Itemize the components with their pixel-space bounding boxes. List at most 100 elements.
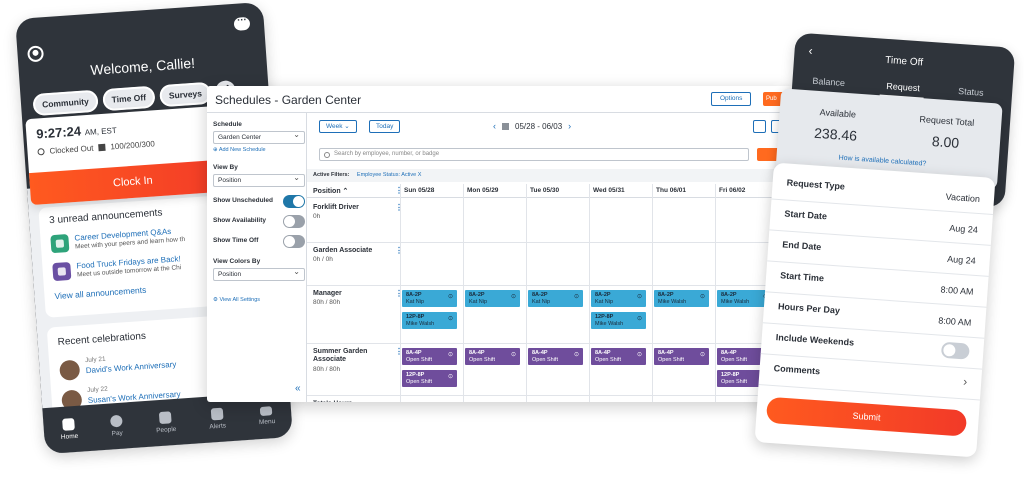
week-select[interactable]: Week ⌄ bbox=[319, 120, 357, 133]
toggle-show-unscheduled[interactable]: Show Unscheduled bbox=[213, 195, 305, 209]
available-label: Available bbox=[819, 107, 857, 120]
collapse-sidebar-button[interactable]: « bbox=[295, 383, 301, 394]
celebrations-title: Recent celebrations bbox=[57, 330, 147, 348]
chevron-right-icon[interactable]: › bbox=[963, 374, 968, 388]
shift-block[interactable]: 8A-2P Kat Nip bbox=[465, 290, 520, 307]
row-more-icon[interactable]: ⋮ bbox=[395, 203, 403, 212]
more-icon[interactable]: ⋮ bbox=[395, 186, 403, 195]
user-profile-icon[interactable] bbox=[27, 45, 45, 63]
announcements-title: 3 unread announcements bbox=[48, 207, 163, 227]
nav-label: Menu bbox=[258, 417, 276, 426]
shift-employee: Mike Walsh bbox=[721, 298, 750, 305]
pill-time-off[interactable]: Time Off bbox=[101, 85, 156, 112]
day-column-header[interactable]: Tue 05/30 bbox=[530, 187, 559, 194]
available-calc-link[interactable]: How is available calculated? bbox=[838, 155, 926, 168]
toggle-switch[interactable] bbox=[283, 215, 305, 228]
form-value[interactable]: Aug 24 bbox=[947, 254, 976, 266]
celebration-date: July 21 bbox=[84, 355, 106, 365]
next-week-arrow[interactable]: › bbox=[568, 121, 571, 131]
shift-block[interactable]: 8A-4P Open Shift bbox=[654, 348, 709, 365]
shift-block[interactable]: 8A-4P Open Shift bbox=[402, 348, 457, 365]
shift-block[interactable]: 8A-4P Open Shift bbox=[591, 348, 646, 365]
search-input[interactable]: Search by employee, number, or badge bbox=[319, 148, 749, 161]
nav-pay[interactable]: Pay bbox=[109, 414, 124, 438]
prev-week-arrow[interactable]: ‹ bbox=[493, 121, 496, 131]
add-schedule-link[interactable]: ⊕ Add New Schedule bbox=[213, 147, 266, 153]
bell-icon bbox=[210, 407, 224, 421]
avatar bbox=[59, 359, 81, 381]
toggle-show-time-off[interactable]: Show Time Off bbox=[213, 235, 305, 249]
shift-block[interactable]: 8A-2P Kat Nip bbox=[402, 290, 457, 307]
shift-block[interactable]: 12P-8P Mike Walsh bbox=[402, 312, 457, 329]
position-column-header[interactable]: Position ⌃ bbox=[313, 187, 348, 195]
shift-block[interactable]: 12P-8P Mike Walsh bbox=[591, 312, 646, 329]
shift-employee: Open Shift bbox=[469, 356, 495, 363]
submit-button[interactable]: Submit bbox=[765, 396, 968, 437]
nav-label: People bbox=[155, 425, 177, 435]
tab-request[interactable]: Request bbox=[886, 81, 920, 93]
include-weekends-toggle[interactable] bbox=[940, 341, 970, 360]
position-name: Manager bbox=[313, 290, 342, 297]
pill-community[interactable]: Community bbox=[32, 89, 99, 117]
day-column-header[interactable]: Sun 05/28 bbox=[404, 187, 434, 194]
form-value[interactable]: 8:00 AM bbox=[938, 315, 972, 327]
toggle-show-availability[interactable]: Show Availability bbox=[213, 215, 305, 229]
position-hours: 80h / 80h bbox=[313, 299, 341, 306]
grid-column-divider bbox=[463, 184, 464, 402]
form-label: Hours Per Day bbox=[777, 301, 841, 316]
welcome-message: Welcome, Callie! bbox=[89, 54, 196, 79]
position-hours: 0h / 0h bbox=[313, 256, 333, 263]
form-value[interactable]: 8:00 AM bbox=[940, 285, 974, 297]
today-button[interactable]: Today bbox=[369, 120, 401, 133]
view-all-settings-link[interactable]: ⚙ View All Settings bbox=[213, 297, 260, 303]
tab-status[interactable]: Status bbox=[958, 86, 984, 98]
shift-block[interactable]: 8A-2P Kat Nip bbox=[528, 290, 583, 307]
row-more-icon[interactable]: ⋮ bbox=[395, 246, 403, 255]
nav-people[interactable]: People bbox=[155, 411, 177, 434]
schedule-sidebar: Schedule Garden Center ⊕ Add New Schedul… bbox=[207, 113, 307, 402]
hamburger-icon bbox=[259, 405, 273, 416]
dollar-icon bbox=[109, 414, 123, 428]
day-column-header[interactable]: Fri 06/02 bbox=[719, 187, 745, 194]
filters-label: Active Filters: bbox=[313, 172, 350, 178]
toggle-switch[interactable] bbox=[283, 235, 305, 248]
filter-chip[interactable]: Employee Status: Active X bbox=[357, 172, 422, 178]
share-icon[interactable] bbox=[753, 120, 766, 133]
options-button[interactable]: Options bbox=[711, 92, 752, 106]
page-title: Schedules - Garden Center bbox=[215, 93, 362, 107]
shift-block[interactable]: 8A-4P Open Shift bbox=[528, 348, 583, 365]
calendar-icon[interactable] bbox=[502, 122, 509, 130]
nav-alerts[interactable]: Alerts bbox=[208, 407, 226, 431]
form-label: End Date bbox=[782, 239, 822, 253]
form-label: Start Time bbox=[779, 270, 825, 284]
shift-block[interactable]: 8A-4P Open Shift bbox=[465, 348, 520, 365]
shift-block[interactable]: 8A-2P Mike Walsh bbox=[654, 290, 709, 307]
chat-icon[interactable] bbox=[233, 16, 251, 31]
view-by-select[interactable]: Position bbox=[213, 172, 305, 187]
time-off-request-form: Request Type Vacation Start Date Aug 24 End … bbox=[754, 162, 996, 458]
colors-by-select[interactable]: Position bbox=[213, 266, 305, 281]
schedule-window: Schedules - Garden Center Options Pub Sc… bbox=[207, 86, 793, 402]
nav-menu[interactable]: Menu bbox=[258, 405, 276, 426]
nav-home[interactable]: Home bbox=[60, 418, 78, 441]
shift-employee: Mike Walsh bbox=[406, 320, 435, 327]
form-value[interactable]: Vacation bbox=[945, 192, 980, 204]
pill-surveys[interactable]: Surveys bbox=[159, 81, 212, 108]
shift-employee: Kat Nip bbox=[595, 298, 614, 305]
position-name: Garden Associate bbox=[313, 247, 373, 254]
toggle-switch[interactable] bbox=[283, 195, 305, 208]
schedule-select[interactable]: Garden Center bbox=[213, 129, 305, 144]
time-zone: AM, EST bbox=[84, 125, 118, 138]
date-range-nav: ‹ 05/28 - 06/03 › bbox=[493, 121, 571, 131]
tab-balance[interactable]: Balance bbox=[812, 76, 845, 88]
day-column-header[interactable]: Wed 05/31 bbox=[593, 187, 625, 194]
clock-status: Clocked Out 100/200/300 bbox=[37, 139, 155, 156]
clock-in-card: 9:27:24 AM, EST Clocked Out 100/200/300 … bbox=[25, 104, 237, 206]
shift-block[interactable]: 8A-2P Kat Nip bbox=[591, 290, 646, 307]
shift-block[interactable]: 12P-8P Open Shift bbox=[402, 370, 457, 387]
day-column-header[interactable]: Mon 05/29 bbox=[467, 187, 498, 194]
home-icon bbox=[62, 418, 76, 431]
day-column-header[interactable]: Thu 06/01 bbox=[656, 187, 686, 194]
form-value[interactable]: Aug 24 bbox=[949, 223, 978, 235]
grid-row-divider bbox=[307, 285, 793, 286]
